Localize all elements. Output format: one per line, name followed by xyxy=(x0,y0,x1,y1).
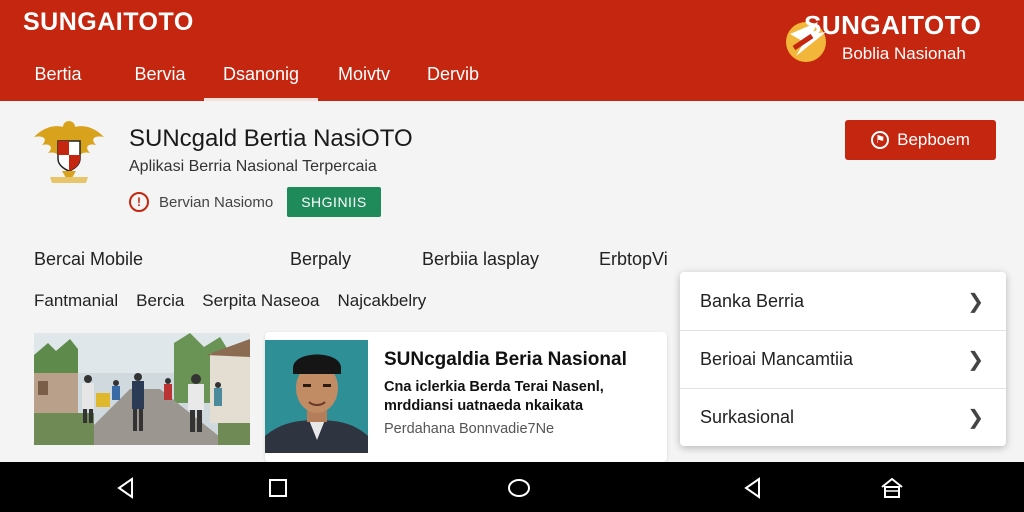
dropdown-menu: Banka Berria ❯ Berioai Mancamtiia ❯ Surk… xyxy=(680,272,1006,446)
category-item[interactable]: Berpaly xyxy=(290,249,351,270)
chevron-right-icon: ❯ xyxy=(967,407,984,429)
news-card-summary-1: Cna iclerkia Berda Terai Nasenl, xyxy=(384,379,604,395)
category-item[interactable]: Najcakbelry xyxy=(337,291,426,311)
status-tag[interactable]: SHGINIIS xyxy=(287,187,381,217)
alert-circle-icon: ! xyxy=(129,192,149,212)
news-card[interactable]: SUNcgaldia Beria Nasional Cna iclerkia B… xyxy=(265,332,667,462)
category-item[interactable]: Bercia xyxy=(136,291,184,311)
menu-item-label: Banka Berria xyxy=(700,290,805,311)
app-subtitle: Aplikasi Berria Nasional Terpercaia xyxy=(129,158,377,175)
app-title: SUNcgald Bertia NasiOTO xyxy=(129,125,413,152)
category-item[interactable]: Bercai Mobile xyxy=(34,249,143,270)
chevron-right-icon: ❯ xyxy=(967,349,984,371)
recents-square-icon[interactable] xyxy=(266,476,290,500)
app-header: SUNGAITOTO SUNGAITOTO Boblia Nasionah Be… xyxy=(0,0,1024,101)
chevron-right-icon: ❯ xyxy=(967,290,984,313)
cta-button[interactable]: ⚑ Bepboem xyxy=(845,120,996,160)
cta-label: Bepboem xyxy=(897,130,970,149)
back-triangle-icon[interactable] xyxy=(741,476,765,500)
category-item[interactable]: Serpita Naseoa xyxy=(202,291,319,311)
logo-subtitle: Boblia Nasionah xyxy=(842,44,966,63)
source-row: ! Bervian Nasiomo SHGINIIS xyxy=(129,187,381,217)
top-nav: Bertia Bervia Dsanonig Moivtv Dervib xyxy=(0,56,496,101)
news-photo-street[interactable] xyxy=(34,333,250,445)
menu-item[interactable]: Berioai Mancamtiia ❯ xyxy=(680,330,1006,388)
system-navigation-bar xyxy=(0,462,1024,512)
brand-title: SUNGAITOTO xyxy=(23,8,194,36)
source-label: Bervian Nasiomo xyxy=(159,193,274,211)
news-portrait-photo xyxy=(265,340,368,453)
category-item[interactable]: Berbiia lasplay xyxy=(422,249,539,270)
tab-dsanonig[interactable]: Dsanonig xyxy=(204,56,318,101)
category-row-primary: Bercai Mobile Berpaly Berbiia lasplay Er… xyxy=(0,249,680,275)
tab-bervia[interactable]: Bervia xyxy=(116,56,204,101)
brand-logo: SUNGAITOTO Boblia Nasionah xyxy=(782,8,1012,68)
menu-item[interactable]: Banka Berria ❯ xyxy=(680,272,1006,330)
news-card-title: SUNcgaldia Beria Nasional xyxy=(384,349,627,370)
tab-dervib[interactable]: Dervib xyxy=(410,56,496,101)
category-item[interactable]: Fantmanial xyxy=(34,291,118,311)
back-triangle-icon[interactable] xyxy=(114,476,138,500)
garuda-emblem-icon xyxy=(34,121,104,183)
logo-text: SUNGAITOTO xyxy=(804,10,982,40)
category-row-secondary: Fantmanial Bercia Serpita Naseoa Najcakb… xyxy=(34,291,426,311)
home-circle-icon[interactable] xyxy=(507,476,531,500)
menu-item-label: Berioai Mancamtiia xyxy=(700,349,854,369)
tab-bertia[interactable]: Bertia xyxy=(0,56,116,101)
tab-moivtv[interactable]: Moivtv xyxy=(318,56,410,101)
news-card-summary-2: mrddiansi uatnaeda nkaikata xyxy=(384,398,584,414)
house-icon[interactable] xyxy=(879,476,905,500)
menu-item-label: Surkasional xyxy=(700,407,795,427)
category-item[interactable]: ErbtopVi xyxy=(599,249,668,270)
news-card-meta: Perdahana Bonnvadie7Ne xyxy=(384,421,555,437)
menu-item[interactable]: Surkasional ❯ xyxy=(680,388,1006,446)
flag-circle-icon: ⚑ xyxy=(871,131,890,149)
